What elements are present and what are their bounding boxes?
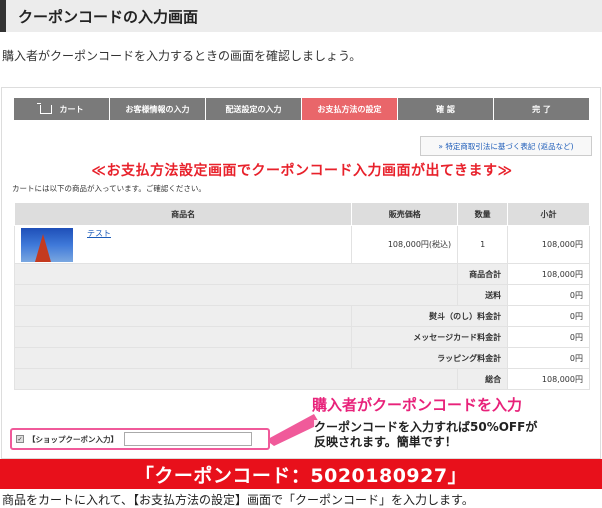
summary-value: 0円: [507, 305, 590, 327]
product-subtotal: 108,000円: [507, 225, 590, 264]
summary-label: 熨斗（のし）料金計: [351, 305, 509, 327]
footer-instruction: 商品をカートに入れて、【お支払方法の設定】画面で「クーポンコード」を入力します。: [2, 493, 474, 507]
table-header-row: 商品名 販売価格 数量 小計: [13, 202, 590, 226]
step-customer-info: お客様情報の入力: [110, 98, 206, 120]
step-label: お支払方法の設定: [317, 104, 382, 114]
table-row: 総合 108,000円: [13, 368, 590, 390]
product-thumbnail[interactable]: [21, 227, 73, 262]
cart-icon: [36, 102, 52, 114]
coupon-checkbox[interactable]: ✓: [16, 435, 24, 443]
table-row: 商品合計 108,000円: [13, 263, 590, 285]
table-row: 送料 0円: [13, 284, 590, 306]
step-label: カート: [59, 104, 84, 114]
legal-notice-link[interactable]: » 特定商取引法に基づく表記 (返品など): [420, 136, 592, 156]
step-cart: カート: [14, 98, 110, 120]
summary-value: 108,000円: [507, 263, 590, 285]
summary-label: メッセージカード料金計: [351, 326, 509, 348]
coupon-code-text: 「クーポンコード：5020180927」: [134, 464, 468, 487]
product-qty: 1: [457, 225, 509, 264]
coupon-code-bar: 「クーポンコード：5020180927」: [0, 459, 602, 489]
step-confirm: 確 認: [398, 98, 494, 120]
callout-title: 購入者がクーポンコードを入力: [312, 396, 523, 414]
summary-value: 108,000円: [507, 368, 590, 390]
table-row: メッセージカード料金計 0円: [13, 326, 590, 348]
col-header-product: 商品名: [13, 202, 353, 226]
step-payment-active: お支払方法の設定: [302, 98, 398, 120]
step-shipping: 配送設定の入力: [206, 98, 302, 120]
product-price: 108,000円(税込): [351, 225, 459, 264]
summary-value: 0円: [507, 347, 590, 369]
step-label: 確 認: [436, 104, 455, 114]
arrow-shape: [266, 414, 320, 446]
checkout-screenshot: カート お客様情報の入力 配送設定の入力 お支払方法の設定 確 認 完 了 » …: [1, 87, 601, 459]
cart-table: 商品名 販売価格 数量 小計 テスト 108,000円(税込) 1 108,00…: [13, 202, 590, 390]
col-header-qty: 数量: [457, 202, 509, 226]
cart-note: カートには以下の商品が入っています。ご確認ください。: [12, 184, 206, 193]
coupon-label: 【ショップクーポン入力】: [28, 434, 118, 444]
summary-label: 送料: [457, 284, 509, 306]
summary-label: ラッピング料金計: [351, 347, 509, 369]
summary-label: 商品合計: [457, 263, 509, 285]
summary-value: 0円: [507, 284, 590, 306]
product-cell: テスト: [13, 225, 353, 264]
section-heading-bar: クーポンコードの入力画面: [0, 0, 602, 32]
coupon-entry-row: ✓ 【ショップクーポン入力】: [10, 428, 270, 450]
summary-value: 0円: [507, 326, 590, 348]
callout-line-1: クーポンコードを入力すれば50%OFFが: [314, 420, 538, 434]
step-label: 配送設定の入力: [225, 104, 282, 114]
table-row-item: テスト 108,000円(税込) 1 108,000円: [13, 225, 590, 264]
col-header-price: 販売価格: [351, 202, 459, 226]
intro-text: 購入者がクーポンコードを入力するときの画面を確認しましょう。: [2, 49, 362, 63]
col-header-subtotal: 小計: [507, 202, 590, 226]
coupon-input[interactable]: [124, 432, 252, 446]
summary-label: 総合: [457, 368, 509, 390]
step-label: お客様情報の入力: [125, 104, 190, 114]
callout-description: クーポンコードを入力すれば50%OFFが 反映されます。簡単です！: [314, 420, 584, 450]
section-heading: クーポンコードの入力画面: [18, 7, 199, 26]
checkout-steps: カート お客様情報の入力 配送設定の入力 お支払方法の設定 確 認 完 了: [14, 98, 590, 120]
step-label: 完 了: [532, 104, 551, 114]
product-link[interactable]: テスト: [87, 228, 111, 239]
callout-line-2: 反映されます。簡単です！: [314, 435, 457, 449]
table-row: 熨斗（のし）料金計 0円: [13, 305, 590, 327]
table-row: ラッピング料金計 0円: [13, 347, 590, 369]
annotation-banner: ≪お支払方法設定画面でクーポンコード入力画面が出てきます≫: [91, 163, 513, 179]
step-complete: 完 了: [494, 98, 590, 120]
